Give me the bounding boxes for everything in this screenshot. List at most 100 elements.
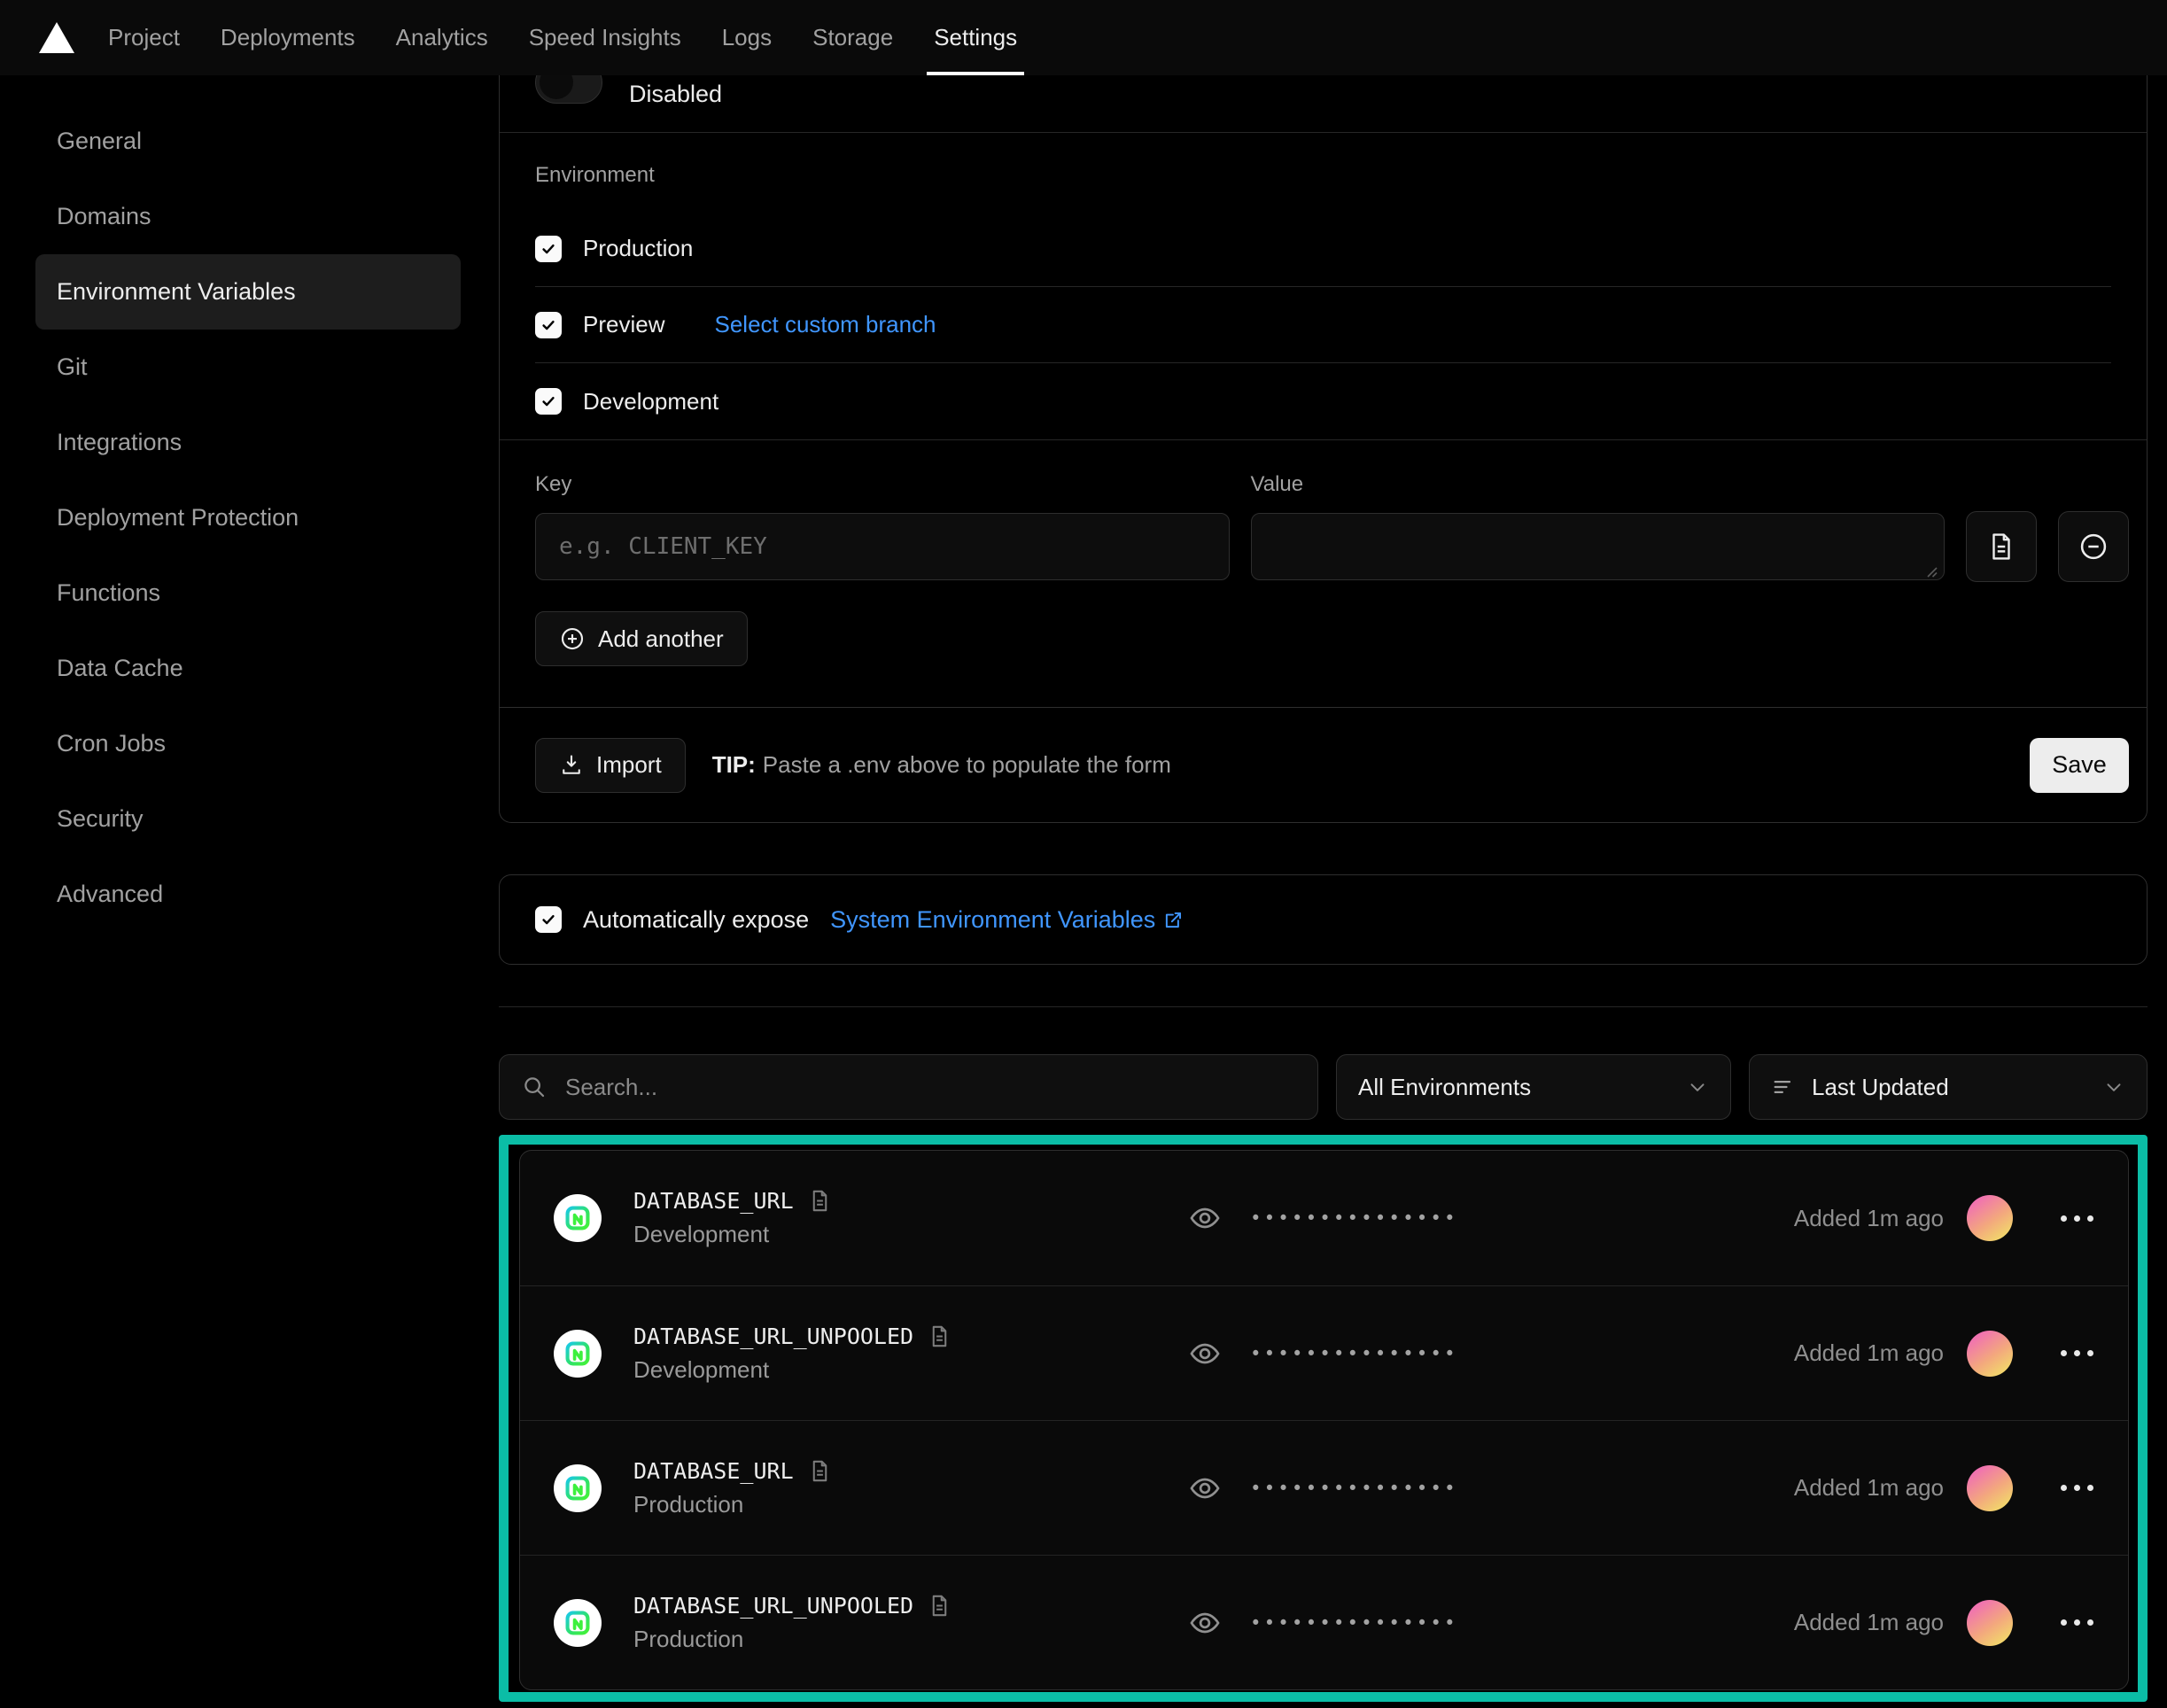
import-button[interactable]: Import (535, 738, 686, 793)
remove-row-button[interactable] (2058, 511, 2129, 582)
sidebar-item-data-cache[interactable]: Data Cache (35, 631, 461, 706)
added-timestamp: Added 1m ago (1794, 1205, 1944, 1232)
select-custom-branch-link[interactable]: Select custom branch (714, 311, 936, 338)
reveal-value-eye-icon[interactable] (1188, 1337, 1222, 1370)
row-actions-menu[interactable] (2055, 1345, 2099, 1362)
user-avatar (1967, 1331, 2013, 1377)
save-button[interactable]: Save (2030, 738, 2129, 793)
sidebar-item-integrations[interactable]: Integrations (35, 405, 461, 480)
key-label: Key (535, 472, 1230, 497)
toggle-label: Disabled (629, 81, 722, 108)
settings-sidebar: General Domains Environment Variables Gi… (0, 75, 499, 932)
sidebar-item-general[interactable]: General (35, 104, 461, 179)
paste-env-file-button[interactable] (1966, 511, 2037, 582)
import-download-icon (559, 753, 584, 778)
search-input[interactable] (565, 1074, 1296, 1101)
top-nav: Project Deployments Analytics Speed Insi… (0, 0, 2167, 75)
nav-tab-logs[interactable]: Logs (722, 0, 772, 75)
row-actions-menu[interactable] (2055, 1479, 2099, 1496)
row-actions-menu[interactable] (2055, 1614, 2099, 1631)
add-another-label: Add another (598, 625, 724, 653)
nav-tab-settings[interactable]: Settings (934, 0, 1017, 75)
development-checkbox[interactable] (535, 388, 562, 415)
var-name: DATABASE_URL_UNPOOLED (633, 1324, 913, 1349)
key-value-section: Key Value (500, 440, 2147, 707)
nav-tab-speed-insights[interactable]: Speed Insights (529, 0, 681, 75)
sidebar-item-advanced[interactable]: Advanced (35, 857, 461, 932)
environment-section: Environment Production Preview Select cu… (500, 133, 2147, 439)
sidebar-item-git[interactable]: Git (35, 330, 461, 405)
neon-integration-avatar (554, 1330, 602, 1378)
value-label: Value (1251, 472, 1946, 497)
nav-tab-analytics[interactable]: Analytics (396, 0, 488, 75)
var-info: DATABASE_URL_UNPOOLED Production (633, 1593, 1188, 1653)
var-environment: Production (633, 1626, 1188, 1653)
environment-row-production: Production (535, 211, 2111, 287)
note-icon (808, 1459, 832, 1483)
env-var-list: DATABASE_URL Development ••••••••••••••• (519, 1150, 2129, 1690)
var-info: DATABASE_URL_UNPOOLED Development (633, 1324, 1188, 1384)
minus-circle-icon (2078, 531, 2109, 563)
sidebar-item-deployment-protection[interactable]: Deployment Protection (35, 480, 461, 555)
external-link-icon (1162, 908, 1185, 931)
disabled-toggle[interactable] (535, 75, 602, 104)
var-info: DATABASE_URL Production (633, 1458, 1188, 1518)
reveal-value-eye-icon[interactable] (1188, 1606, 1222, 1640)
reveal-value-eye-icon[interactable] (1188, 1471, 1222, 1505)
nav-tabs: Project Deployments Analytics Speed Insi… (108, 0, 1017, 75)
checkmark-icon (540, 912, 556, 928)
preview-checkbox[interactable] (535, 312, 562, 338)
environment-label: Environment (535, 163, 2111, 188)
preview-label: Preview (583, 311, 664, 338)
masked-value: ••••••••••••••• (1250, 1343, 1458, 1364)
var-name: DATABASE_URL (633, 1458, 794, 1484)
nav-tab-deployments[interactable]: Deployments (221, 0, 355, 75)
var-info: DATABASE_URL Development (633, 1188, 1188, 1248)
user-avatar (1967, 1465, 2013, 1511)
sort-lines-icon (1771, 1075, 1796, 1099)
triangle-logo-icon (39, 22, 74, 53)
production-checkbox[interactable] (535, 236, 562, 262)
toggle-knob-icon (540, 75, 573, 99)
sidebar-item-security[interactable]: Security (35, 781, 461, 857)
row-actions-menu[interactable] (2055, 1210, 2099, 1227)
nav-tab-storage[interactable]: Storage (812, 0, 893, 75)
filter-row: All Environments Last Updated (499, 1054, 2148, 1120)
neon-logo-icon (563, 1474, 592, 1502)
import-label: Import (596, 751, 662, 779)
search-icon (521, 1074, 548, 1100)
auto-expose-checkbox[interactable] (535, 906, 562, 933)
resize-grip-icon[interactable] (1924, 564, 1938, 578)
neon-logo-icon (563, 1339, 592, 1368)
added-timestamp: Added 1m ago (1794, 1609, 1944, 1636)
document-icon (1986, 532, 2016, 562)
add-another-button[interactable]: Add another (535, 611, 748, 666)
row-meta: Added 1m ago (1794, 1600, 2099, 1646)
masked-value: ••••••••••••••• (1250, 1478, 1458, 1499)
environment-filter-select[interactable]: All Environments (1336, 1054, 1731, 1120)
sidebar-item-domains[interactable]: Domains (35, 179, 461, 254)
checkmark-icon (540, 393, 556, 409)
key-input[interactable] (535, 513, 1230, 580)
sidebar-item-cron-jobs[interactable]: Cron Jobs (35, 706, 461, 781)
var-name: DATABASE_URL_UNPOOLED (633, 1593, 913, 1619)
row-meta: Added 1m ago (1794, 1331, 2099, 1377)
masked-value: ••••••••••••••• (1250, 1207, 1458, 1229)
plus-circle-icon (559, 625, 586, 652)
added-timestamp: Added 1m ago (1794, 1339, 1944, 1367)
note-icon (808, 1189, 832, 1213)
nav-tab-project[interactable]: Project (108, 0, 180, 75)
reveal-value-eye-icon[interactable] (1188, 1201, 1222, 1235)
vercel-logo[interactable] (39, 20, 74, 56)
sidebar-item-functions[interactable]: Functions (35, 555, 461, 631)
value-input[interactable] (1251, 513, 1946, 580)
environment-filter-value: All Environments (1358, 1074, 1670, 1101)
user-avatar (1967, 1195, 2013, 1241)
added-timestamp: Added 1m ago (1794, 1474, 1944, 1502)
sort-select[interactable]: Last Updated (1749, 1054, 2148, 1120)
system-env-vars-link[interactable]: System Environment Variables (830, 906, 1185, 934)
system-env-panel: Automatically expose System Environment … (499, 874, 2148, 965)
sidebar-item-environment-variables[interactable]: Environment Variables (35, 254, 461, 330)
var-name: DATABASE_URL (633, 1188, 794, 1214)
env-var-form-panel: Disabled Environment Production (499, 75, 2148, 823)
